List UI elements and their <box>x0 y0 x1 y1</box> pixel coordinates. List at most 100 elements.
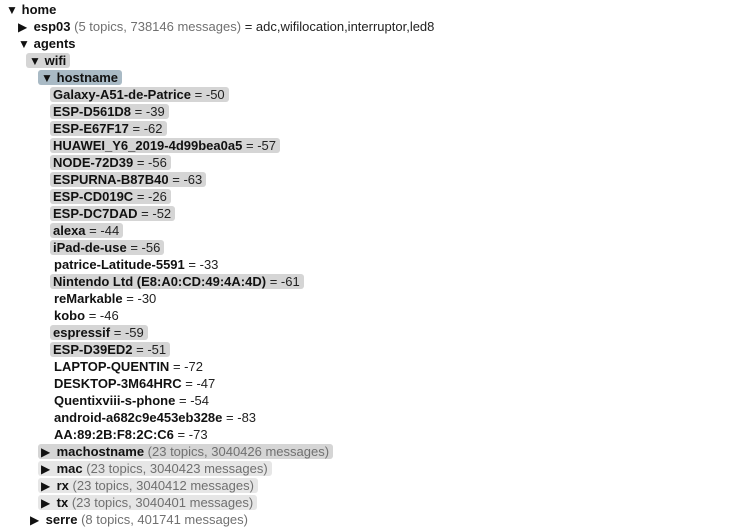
hostname-value: -47 <box>196 376 216 391</box>
hostname-entry[interactable]: ESP-E67F17 = -62 <box>50 120 167 137</box>
hostname-label: Quentixviii-s-phone <box>54 393 176 408</box>
hostname-value: -83 <box>237 410 257 425</box>
hostname-value: -54 <box>190 393 209 408</box>
hostname-equals: = <box>177 427 186 442</box>
hostname-equals: = <box>88 308 97 323</box>
node-meta: (23 topics, 3040426 messages) <box>147 444 330 459</box>
tree-node-serre[interactable]: ▶ serre (8 topics, 401741 messages) <box>30 511 248 528</box>
hostname-value: -33 <box>199 257 219 272</box>
hostname-entry[interactable]: kobo = -46 <box>50 307 123 324</box>
node-label: wifi <box>44 53 67 68</box>
hostname-entry[interactable]: ESP-CD019C = -26 <box>50 188 171 205</box>
tree-node-hostname[interactable]: ▼ hostname <box>38 69 123 87</box>
hostname-label: Galaxy-A51-de-Patrice <box>53 87 192 102</box>
hostname-label: LAPTOP-QUENTIN <box>54 359 170 374</box>
hostname-value: -39 <box>145 104 165 119</box>
hostname-entry[interactable]: LAPTOP-QUENTIN = -72 <box>50 358 207 375</box>
hostname-equals: = <box>188 257 196 272</box>
node-label: serre <box>45 512 78 527</box>
hostname-label: iPad-de-use <box>53 240 127 255</box>
hostname-value: -30 <box>137 291 157 306</box>
hostname-entry[interactable]: Quentixviii-s-phone = -54 <box>50 392 213 409</box>
hostname-label: HUAWEI_Y6_2019-4d99bea0a5 <box>53 138 243 153</box>
hostname-label: ESP-DC7DAD <box>53 206 138 221</box>
node-label: home <box>21 2 57 17</box>
hostname-value: -56 <box>141 240 161 255</box>
hostname-entry[interactable]: android-a682c9e453eb328e = -83 <box>50 409 260 426</box>
hostname-label: reMarkable <box>54 291 123 306</box>
hostname-entry[interactable]: espressif = -59 <box>50 324 148 341</box>
hostname-entry[interactable]: ESPURNA-B87B40 = -63 <box>50 171 207 188</box>
hostname-equals: = <box>245 138 254 153</box>
expand-arrow-icon[interactable]: ▼ <box>41 70 53 87</box>
node-equals: = <box>244 19 253 34</box>
expand-arrow-icon[interactable]: ▼ <box>18 36 30 53</box>
hostname-label: ESP-D561D8 <box>53 104 132 119</box>
collapse-arrow-icon[interactable]: ▶ <box>41 444 53 461</box>
hostname-equals: = <box>136 189 145 204</box>
hostname-label: ESPURNA-B87B40 <box>53 172 169 187</box>
hostname-entry[interactable]: NODE-72D39 = -56 <box>50 154 171 171</box>
hostname-entry[interactable]: iPad-de-use = -56 <box>50 239 165 256</box>
node-label: mac <box>56 461 83 476</box>
collapse-arrow-icon[interactable]: ▶ <box>41 478 53 495</box>
hostname-equals: = <box>130 240 138 255</box>
hostname-equals: = <box>185 376 193 391</box>
node-meta: (5 topics, 738146 messages) <box>74 19 242 34</box>
tree-node-machostname[interactable]: ▶ machostname (23 topics, 3040426 messag… <box>38 443 334 461</box>
hostname-value: -63 <box>183 172 203 187</box>
hostname-label: Nintendo Ltd (E8:A0:CD:49:4A:4D) <box>53 274 267 289</box>
hostname-value: -57 <box>257 138 276 153</box>
hostname-entry[interactable]: alexa = -44 <box>50 222 124 239</box>
tree-node-wifi[interactable]: ▼ wifi <box>26 52 71 70</box>
tree-node-mac[interactable]: ▶ mac (23 topics, 3040423 messages) <box>38 460 272 477</box>
tree-node-agents[interactable]: ▼ agents <box>18 35 76 52</box>
collapse-arrow-icon[interactable]: ▶ <box>41 495 53 512</box>
hostname-value: -46 <box>99 308 119 323</box>
hostname-equals: = <box>178 393 187 408</box>
hostname-equals: = <box>269 274 278 289</box>
tree-node-rx[interactable]: ▶ rx (23 topics, 3040412 messages) <box>38 477 258 494</box>
tree-node-home[interactable]: ▼ home <box>6 1 56 18</box>
node-label: rx <box>56 478 69 493</box>
hostname-equals: = <box>172 172 180 187</box>
node-label: hostname <box>56 70 119 85</box>
hostname-entry[interactable]: ESP-D39ED2 = -51 <box>50 341 171 358</box>
hostname-equals: = <box>226 410 234 425</box>
hostname-equals: = <box>136 155 145 170</box>
node-label: esp03 <box>33 19 71 34</box>
hostname-value: -56 <box>148 155 167 170</box>
node-meta: (23 topics, 3040401 messages) <box>71 495 254 510</box>
tree-node-esp03[interactable]: ▶ esp03 (5 topics, 738146 messages) = ad… <box>18 18 434 35</box>
hostname-equals: = <box>194 87 203 102</box>
hostname-equals: = <box>134 104 143 119</box>
collapse-arrow-icon[interactable]: ▶ <box>30 512 42 529</box>
hostname-entry[interactable]: Galaxy-A51-de-Patrice = -50 <box>50 86 229 103</box>
hostname-equals: = <box>89 223 97 238</box>
hostname-equals: = <box>113 325 122 340</box>
hostname-equals: = <box>136 342 144 357</box>
hostname-label: NODE-72D39 <box>53 155 134 170</box>
node-label: machostname <box>56 444 145 459</box>
hostname-value: -44 <box>100 223 120 238</box>
hostname-entry[interactable]: DESKTOP-3M64HRC = -47 <box>50 375 219 392</box>
hostname-entry[interactable]: AA:89:2B:F8:2C:C6 = -73 <box>50 426 212 443</box>
hostname-entry[interactable]: HUAWEI_Y6_2019-4d99bea0a5 = -57 <box>50 137 280 154</box>
hostname-equals: = <box>172 359 181 374</box>
hostname-label: ESP-CD019C <box>53 189 134 204</box>
hostname-entry[interactable]: reMarkable = -30 <box>50 290 160 307</box>
hostname-label: android-a682c9e453eb328e <box>54 410 223 425</box>
hostname-value: -62 <box>143 121 163 136</box>
tree-node-tx[interactable]: ▶ tx (23 topics, 3040401 messages) <box>38 494 258 512</box>
hostname-entry[interactable]: ESP-DC7DAD = -52 <box>50 205 176 222</box>
hostname-entry[interactable]: patrice-Latitude-5591 = -33 <box>50 256 222 273</box>
hostname-label: ESP-D39ED2 <box>53 342 133 357</box>
node-meta: (23 topics, 3040423 messages) <box>86 461 268 476</box>
collapse-arrow-icon[interactable]: ▶ <box>41 461 53 478</box>
hostname-entry[interactable]: ESP-D561D8 = -39 <box>50 103 169 120</box>
expand-arrow-icon[interactable]: ▼ <box>6 2 18 19</box>
collapse-arrow-icon[interactable]: ▶ <box>18 19 30 36</box>
node-meta: (8 topics, 401741 messages) <box>81 512 248 527</box>
expand-arrow-icon[interactable]: ▼ <box>29 53 41 70</box>
hostname-entry[interactable]: Nintendo Ltd (E8:A0:CD:49:4A:4D) = -61 <box>50 273 304 290</box>
